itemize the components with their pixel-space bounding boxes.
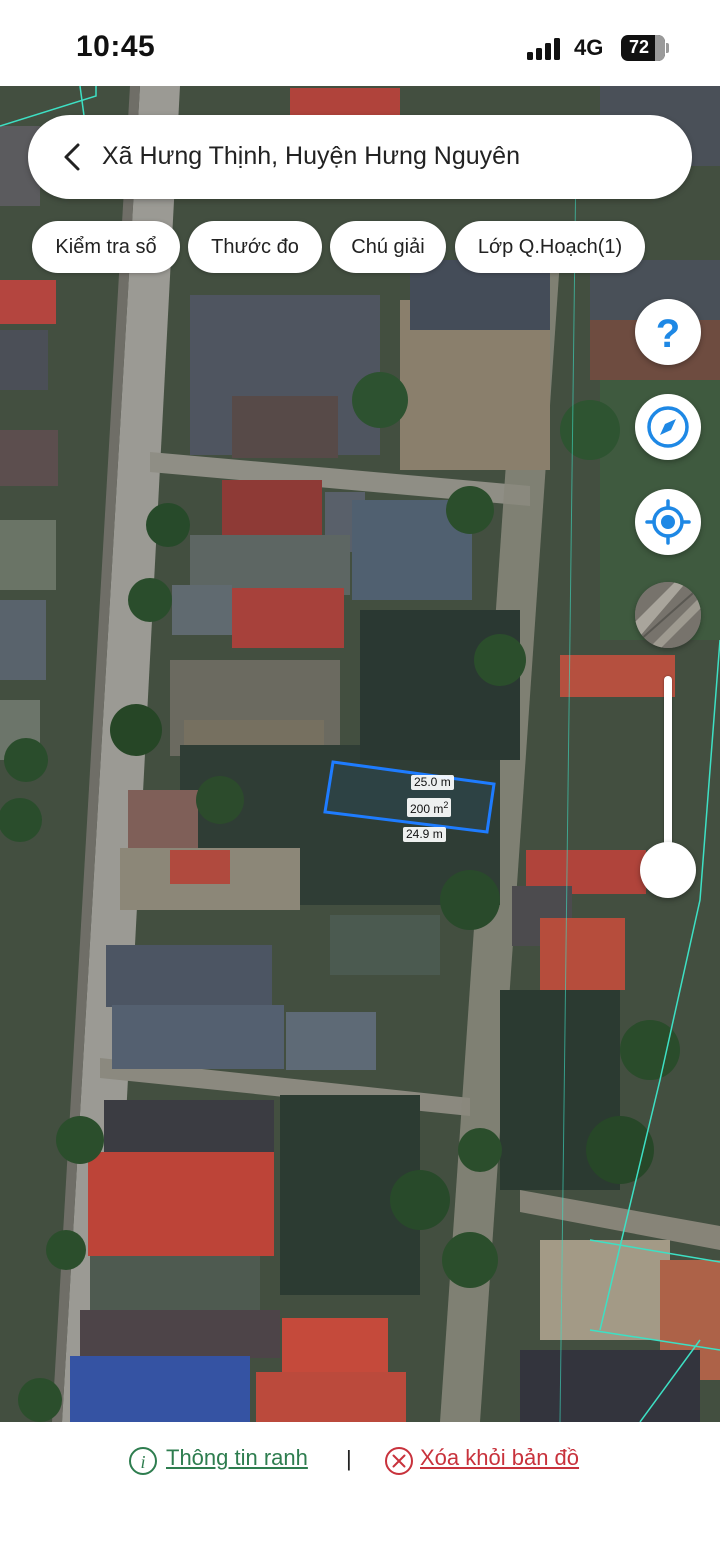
help-icon: ? [656,312,680,356]
compass-icon [647,406,689,448]
signal-icon [527,38,563,60]
layer-toggle-button[interactable] [635,582,701,648]
satellite-map[interactable]: 25.0 m 200 m2 24.9 m [0,86,720,1422]
satellite-imagery [0,86,720,1422]
action-separator: | [346,1446,352,1471]
info-icon: i [129,1447,157,1475]
battery-level: 72 [628,37,650,57]
parcel-area-value: 200 m [410,802,444,816]
network-type: 4G [574,35,604,60]
location-header: Xã Hưng Thịnh, Huyện Hưng Nguyên [28,115,692,199]
bottom-action-bar [0,1422,720,1559]
close-circle-icon [385,1447,413,1475]
status-bar: 10:45 4G 72 [0,0,720,86]
parcel-area-unit: 2 [443,800,449,810]
status-time: 10:45 [76,30,156,63]
zoom-slider-thumb[interactable] [640,842,696,898]
help-button[interactable]: ? [635,299,701,365]
svg-text:?: ? [656,312,680,356]
boundary-info-label: Thông tin ranh [166,1445,308,1470]
remove-from-map-button[interactable]: Xóa khỏi bản đồ [384,1443,604,1477]
parcel-bottom-length: 24.9 m [403,827,446,842]
battery-icon: 72 [621,35,669,61]
chip-check-book[interactable]: Kiểm tra sổ [32,221,180,273]
compass-button[interactable] [635,394,701,460]
layer-thumbnail [635,582,701,648]
parcel-area: 200 m2 [407,798,452,817]
back-icon[interactable] [58,141,88,173]
chip-ruler[interactable]: Thước đo [188,221,322,273]
locate-button[interactable] [635,489,701,555]
svg-text:i: i [140,1452,145,1472]
locate-icon [645,499,691,545]
chip-planning-layer[interactable]: Lớp Q.Hoạch(1) [455,221,645,273]
parcel-top-length: 25.0 m [411,775,454,790]
remove-from-map-label: Xóa khỏi bản đồ [420,1445,580,1470]
boundary-info-button[interactable]: i Thông tin ranh [128,1443,328,1477]
location-title[interactable]: Xã Hưng Thịnh, Huyện Hưng Nguyên [102,142,520,171]
chip-legend[interactable]: Chú giải [330,221,446,273]
